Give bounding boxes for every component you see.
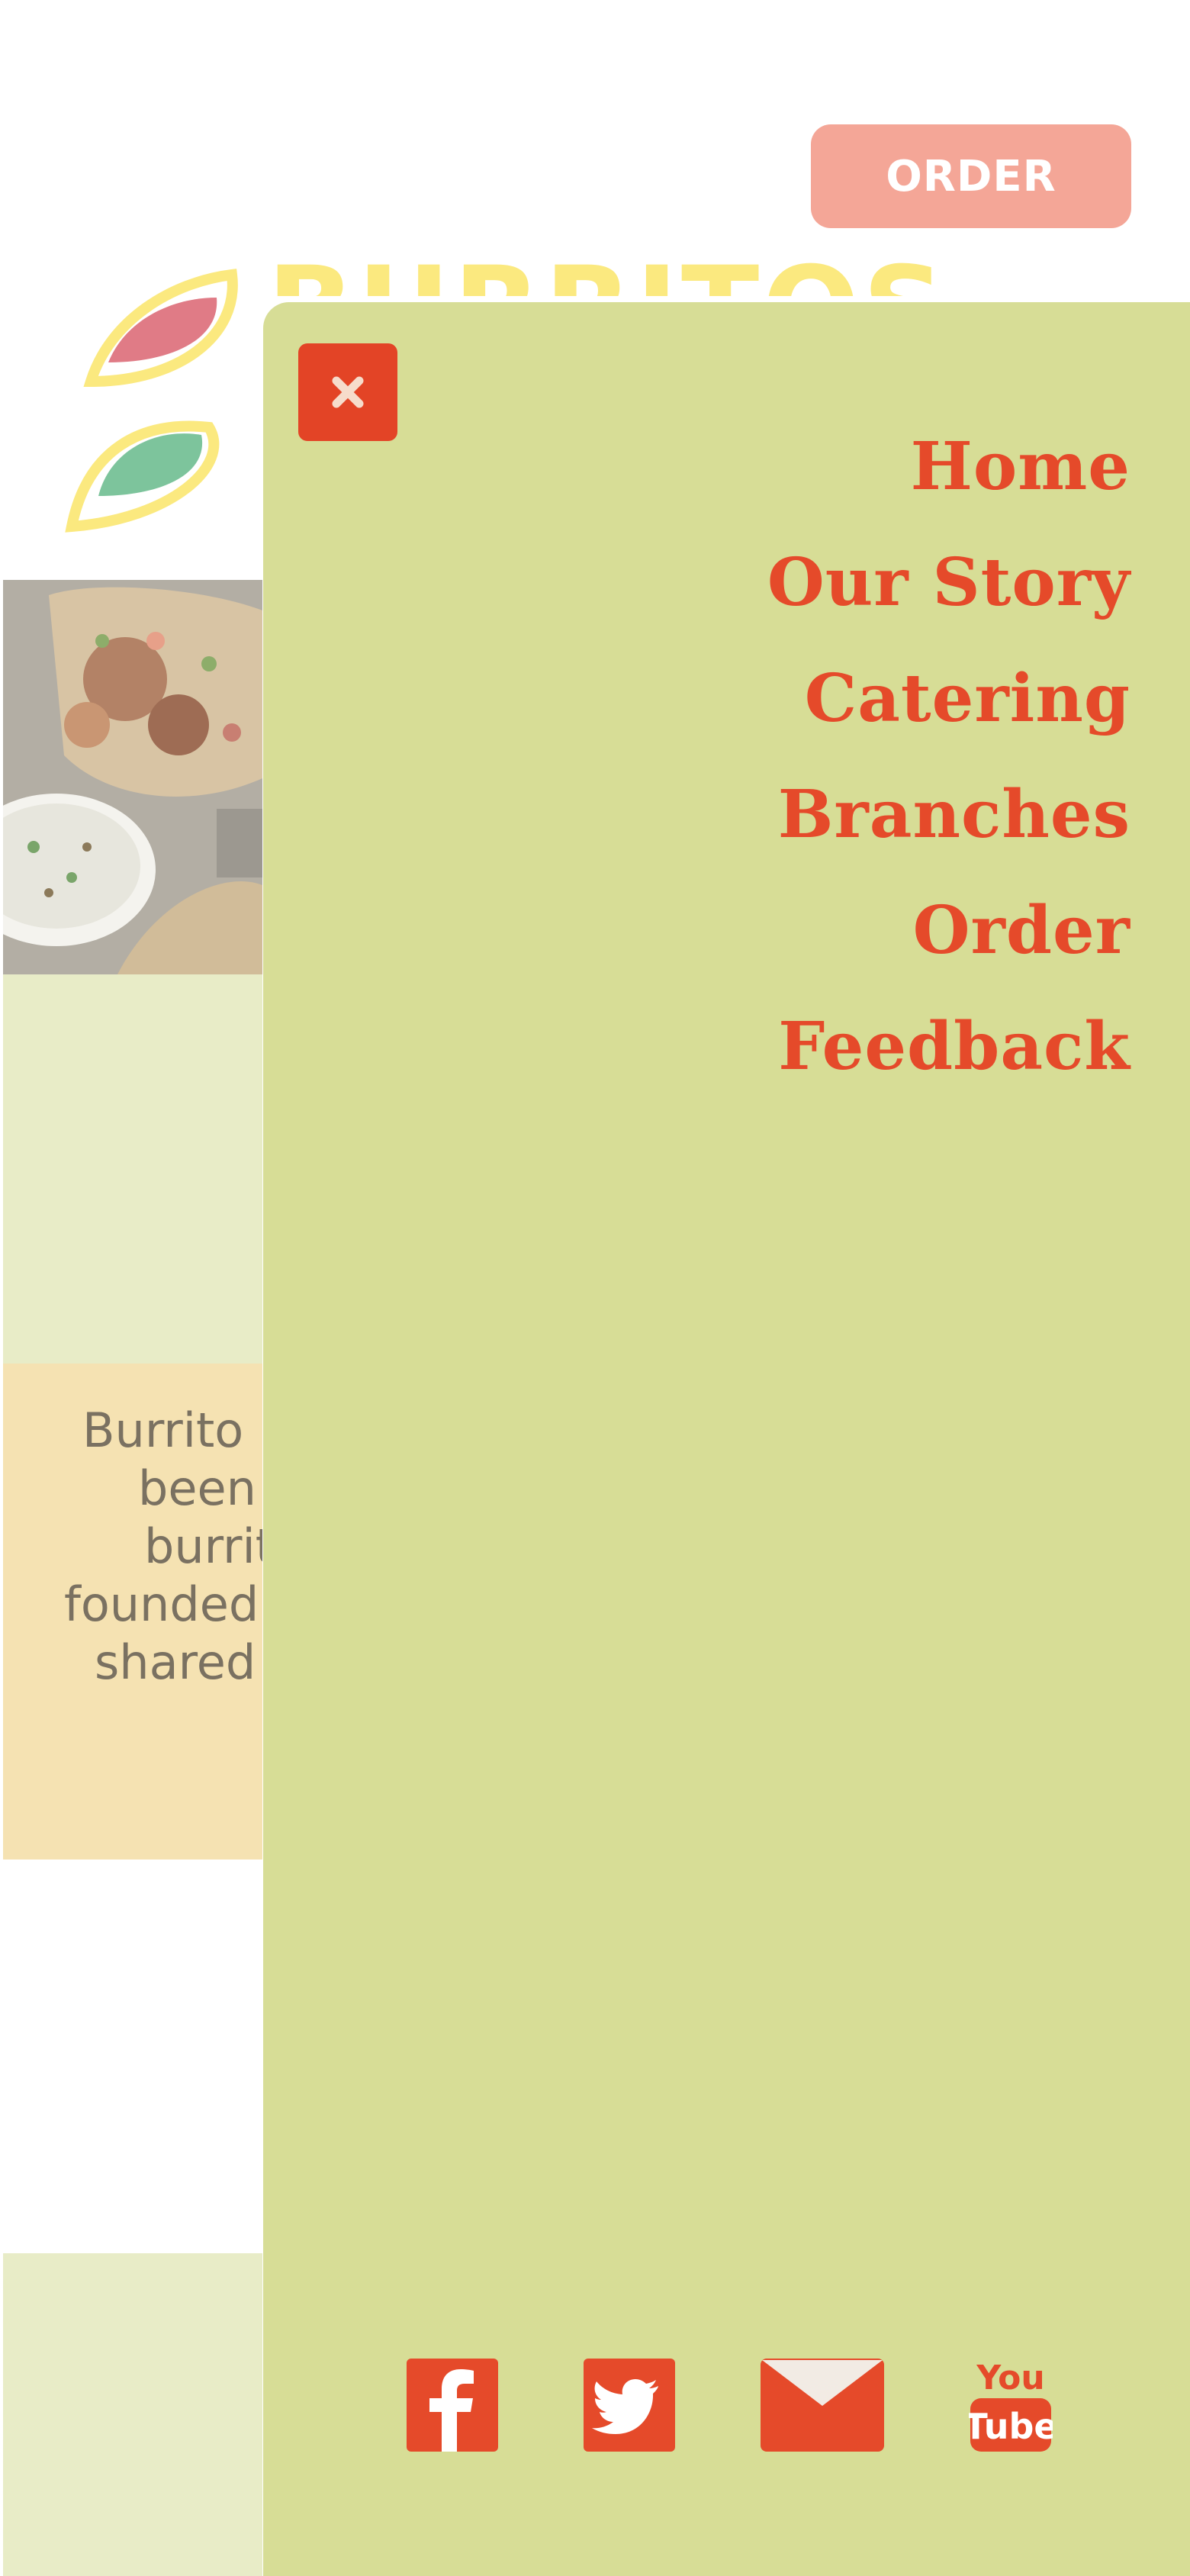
nav-item-branches[interactable]: Branches <box>767 757 1130 873</box>
story-line: Burrito B <box>82 1402 262 1458</box>
hero-food-image <box>3 580 262 974</box>
intro-band <box>3 974 262 1364</box>
nav-item-feedback[interactable]: Feedback <box>767 989 1130 1105</box>
nav-menu: Home Our Story Catering Branches Order F… <box>767 409 1130 1105</box>
twitter-icon[interactable] <box>584 2359 675 2452</box>
close-icon <box>332 376 364 408</box>
story-line: burrit <box>144 1518 262 1574</box>
nav-drawer: Home Our Story Catering Branches Order F… <box>263 302 1190 2576</box>
close-menu-button[interactable] <box>298 343 397 441</box>
footer-band <box>3 2253 262 2576</box>
story-line: been <box>138 1460 256 1516</box>
order-button[interactable]: ORDER <box>811 124 1131 228</box>
story-line: founded <box>64 1576 259 1632</box>
nav-item-order[interactable]: Order <box>767 873 1130 989</box>
youtube-icon[interactable]: You Tube <box>969 2359 1053 2452</box>
brand-name: BURRITOS <box>267 252 948 296</box>
youtube-you-text: You <box>976 2359 1044 2397</box>
facebook-icon[interactable] <box>407 2359 498 2452</box>
nav-item-home[interactable]: Home <box>767 409 1130 525</box>
story-section: Burrito B been burrit founded shared <box>3 1364 262 1860</box>
brand-logo <box>65 269 238 533</box>
social-links: You Tube <box>263 2359 1190 2458</box>
email-icon[interactable] <box>761 2359 884 2452</box>
nav-item-our-story[interactable]: Our Story <box>767 525 1130 641</box>
youtube-tube-text: Tube <box>969 2406 1053 2447</box>
nav-item-catering[interactable]: Catering <box>767 641 1130 757</box>
story-line: shared <box>95 1634 256 1690</box>
